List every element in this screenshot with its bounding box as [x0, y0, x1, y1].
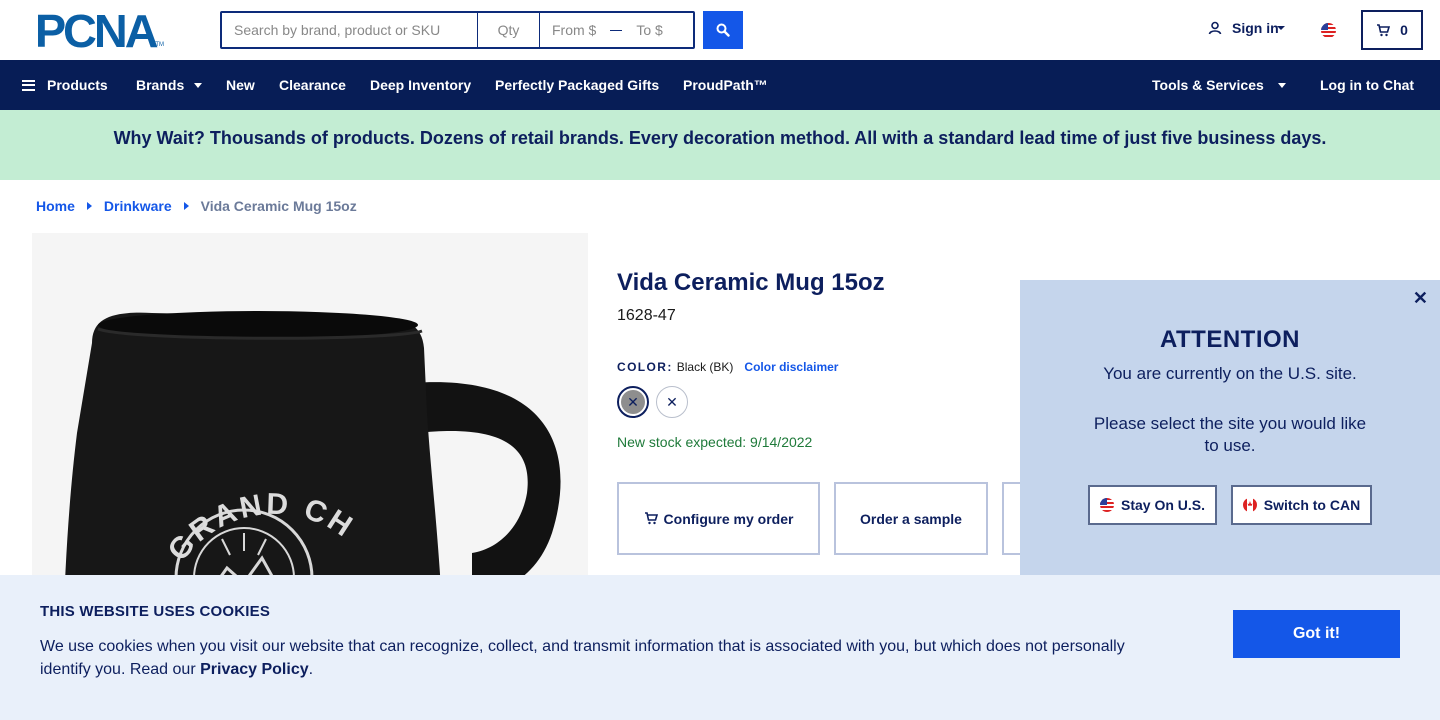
- nav-products-label: Products: [47, 77, 108, 93]
- breadcrumb-home[interactable]: Home: [36, 198, 75, 214]
- nav-tools-label: Tools & Services: [1152, 77, 1264, 93]
- color-row: COLOR: Black (BK) Color disclaimer: [617, 360, 838, 374]
- nav-brands-label: Brands: [136, 77, 185, 93]
- cookie-title: THIS WEBSITE USES COOKIES: [40, 603, 271, 620]
- nav-gifts[interactable]: Perfectly Packaged Gifts: [495, 60, 659, 110]
- switch-can-label: Switch to CAN: [1263, 497, 1361, 513]
- quantity-input[interactable]: Qty: [478, 13, 540, 47]
- configure-order-label: Configure my order: [663, 510, 794, 527]
- search-icon: [716, 23, 730, 37]
- canada-flag-icon: [1242, 498, 1257, 512]
- popup-title: ATTENTION: [1159, 326, 1301, 353]
- color-disclaimer-link[interactable]: Color disclaimer: [744, 360, 838, 374]
- us-flag-icon[interactable]: [1321, 23, 1336, 38]
- popup-message-select: Please select the site you would like to…: [1093, 414, 1367, 455]
- promo-text: Why Wait? Thousands of products. Dozens …: [113, 127, 1327, 148]
- main-nav: Products Brands New Clearance Deep Inven…: [0, 60, 1440, 110]
- chevron-down-icon: [1276, 26, 1285, 30]
- cookie-banner: THIS WEBSITE USES COOKIES We use cookies…: [0, 575, 1440, 720]
- privacy-policy-link[interactable]: Privacy Policy: [200, 661, 309, 678]
- stock-status: New stock expected: 9/14/2022: [617, 434, 813, 450]
- popup-message-current-site: You are currently on the U.S. site.: [1103, 364, 1357, 383]
- nav-brands[interactable]: Brands: [136, 60, 203, 110]
- price-to-input[interactable]: To $: [636, 22, 662, 38]
- breadcrumb: Home Drinkware Vida Ceramic Mug 15oz: [36, 198, 357, 214]
- pcna-logo[interactable]: PCNA TM: [34, 5, 184, 57]
- color-label: COLOR:: [617, 360, 673, 374]
- nav-clearance[interactable]: Clearance: [279, 60, 346, 110]
- stay-us-button[interactable]: Stay On U.S.: [1088, 485, 1217, 525]
- breadcrumb-current: Vida Ceramic Mug 15oz: [200, 198, 357, 214]
- nav-deep-inventory[interactable]: Deep Inventory: [370, 60, 471, 110]
- nav-proudpath[interactable]: ProudPath™: [683, 60, 768, 110]
- chevron-down-icon: [1277, 82, 1286, 88]
- promo-banner: Why Wait? Thousands of products. Dozens …: [0, 110, 1440, 180]
- site-selector-popup: ✕ ATTENTION You are currently on the U.S…: [1020, 280, 1440, 580]
- swatch-white[interactable]: ✕: [656, 386, 688, 418]
- nav-chat-login[interactable]: Log in to Chat: [1320, 60, 1414, 110]
- us-flag-icon: [1099, 498, 1114, 512]
- nav-products[interactable]: Products: [22, 60, 108, 110]
- switch-can-button[interactable]: Switch to CAN: [1231, 485, 1372, 525]
- price-from-input[interactable]: From $: [552, 22, 596, 38]
- cart-button[interactable]: 0: [1361, 10, 1423, 50]
- close-icon[interactable]: ✕: [1413, 288, 1428, 309]
- top-header: PCNA TM Search by brand, product or SKU …: [0, 0, 1440, 60]
- cookie-suffix: .: [308, 661, 314, 678]
- close-icon: ✕: [666, 393, 678, 410]
- user-icon: [1208, 21, 1222, 35]
- chevron-right-icon: [86, 202, 92, 210]
- swatch-black[interactable]: ✕: [617, 386, 649, 418]
- cart-icon: [1377, 23, 1391, 36]
- cookie-text: We use cookies when you visit our websit…: [40, 635, 1150, 681]
- chevron-right-icon: [183, 202, 189, 210]
- search-button[interactable]: [703, 11, 743, 49]
- range-dash: [610, 29, 623, 31]
- cookie-accept-button[interactable]: Got it!: [1233, 610, 1400, 658]
- chevron-down-icon: [194, 82, 203, 88]
- color-value: Black (BK): [676, 360, 734, 374]
- configure-order-button[interactable]: Configure my order: [617, 482, 820, 555]
- breadcrumb-drinkware[interactable]: Drinkware: [104, 198, 172, 214]
- logo-text: PCNA: [34, 5, 159, 57]
- sign-in-label: Sign in: [1232, 20, 1279, 36]
- sign-in-menu[interactable]: Sign in: [1208, 20, 1285, 36]
- stay-us-label: Stay On U.S.: [1120, 497, 1206, 513]
- nav-tools-services[interactable]: Tools & Services: [1152, 60, 1286, 110]
- search-bar: Search by brand, product or SKU Qty From…: [220, 11, 695, 49]
- price-range: From $ To $: [540, 13, 693, 47]
- cart-count: 0: [1400, 22, 1408, 38]
- product-sku: 1628-47: [617, 307, 676, 324]
- cart-icon: [644, 512, 658, 525]
- logo-trademark: TM: [155, 42, 165, 48]
- hamburger-icon: [22, 79, 35, 91]
- product-title: Vida Ceramic Mug 15oz: [617, 269, 885, 296]
- search-input[interactable]: Search by brand, product or SKU: [222, 13, 478, 47]
- order-sample-button[interactable]: Order a sample: [834, 482, 988, 555]
- close-icon: ✕: [627, 393, 639, 410]
- nav-new[interactable]: New: [226, 60, 255, 110]
